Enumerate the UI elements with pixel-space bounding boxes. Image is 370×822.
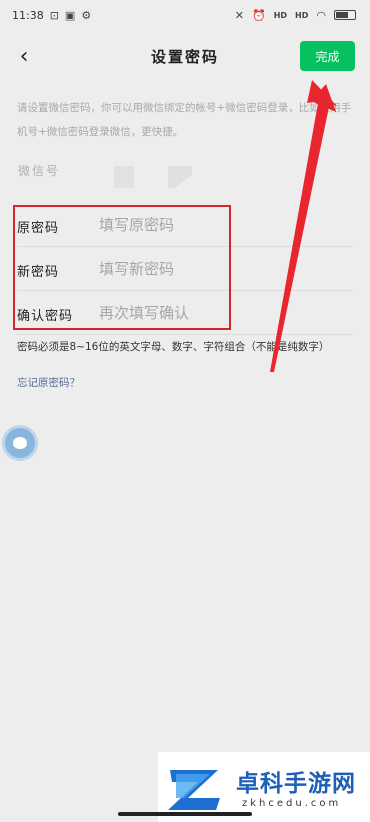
battery-icon <box>334 10 356 20</box>
settings-icon: ⚙ <box>81 8 92 22</box>
wechat-id-label: 微信号 <box>18 164 61 178</box>
done-button[interactable]: 完成 <box>300 41 355 71</box>
redacted-value <box>114 166 134 188</box>
assistant-face-icon <box>13 437 27 449</box>
floating-assistant-icon[interactable] <box>2 425 38 461</box>
wifi-icon: ◠ <box>316 8 326 22</box>
hd-signal-icon: HD <box>273 10 288 20</box>
notification-icon: ⊡ <box>49 8 59 22</box>
description-text: 请设置微信密码，你可以用微信绑定的帐号+微信密码登录，比如使用手机号+微信密码登… <box>17 102 352 138</box>
password-hint: 密码必须是8~16位的英文字母、数字、字符组合（不能是纯数字） <box>17 341 330 353</box>
status-right: ✕ ⏰ HD HD ◠ <box>235 9 356 22</box>
hd-signal-icon: HD <box>295 10 309 20</box>
nav-bar: ‹ 设置密码 完成 <box>0 34 370 78</box>
status-bar: 11:38 ⊡ ▣ ⚙ ✕ ⏰ HD HD ◠ <box>0 0 370 30</box>
mute-icon: ✕ <box>234 8 244 22</box>
annotation-highlight-box <box>13 205 231 330</box>
status-left: 11:38 ⊡ ▣ ⚙ <box>12 9 91 22</box>
home-indicator[interactable] <box>118 812 252 816</box>
status-time: 11:38 <box>12 8 44 22</box>
alarm-icon: ⏰ <box>252 8 266 22</box>
watermark-url: zkhcedu.com <box>242 798 342 809</box>
divider <box>17 334 353 335</box>
watermark-logo-icon <box>168 770 220 810</box>
image-icon: ▣ <box>64 8 76 22</box>
redacted-value <box>168 166 192 188</box>
forgot-password-link[interactable]: 忘记原密码？ <box>17 375 80 390</box>
watermark-brand: 卓科手游网 <box>236 771 356 797</box>
wechat-id-row: 微信号 <box>0 154 370 194</box>
